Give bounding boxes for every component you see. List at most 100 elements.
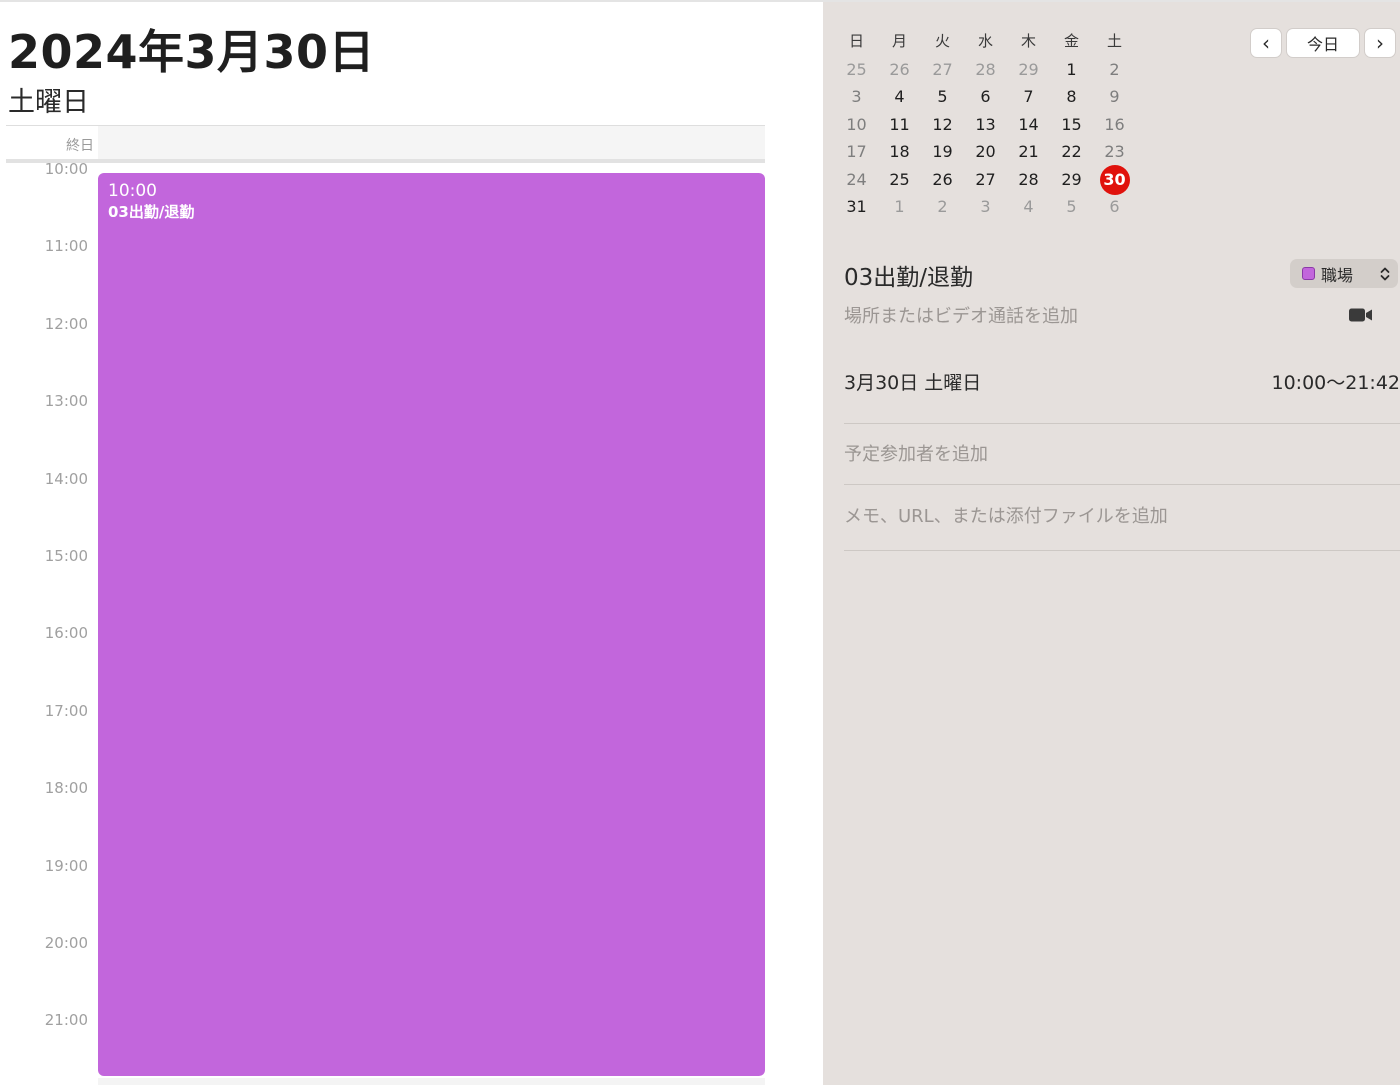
calendar-app: 2024年3月30日 土曜日 終日 10:00 11:00 12:00 13:00 14…	[0, 0, 1400, 1085]
divider	[844, 550, 1400, 551]
day-number: 22	[1061, 142, 1082, 162]
mini-calendar-day[interactable]: 14	[1007, 111, 1050, 138]
mini-calendar-day[interactable]: 9	[1093, 83, 1136, 110]
mini-calendar-day[interactable]: 29	[1050, 166, 1093, 193]
mini-calendar-day[interactable]: 27	[921, 56, 964, 83]
event-time-range[interactable]: 10:00～21:42	[1271, 368, 1400, 395]
mini-calendar-day[interactable]: 12	[921, 111, 964, 138]
mini-calendar-day[interactable]: 2	[1093, 56, 1136, 83]
all-day-label: 終日	[66, 138, 94, 154]
event-start-time: 10:00	[108, 181, 157, 201]
day-number: 5	[937, 87, 948, 107]
mini-calendar-day[interactable]: 31	[835, 193, 878, 220]
weekday-header: 日	[848, 32, 864, 51]
hour-label: 12:00	[44, 314, 88, 333]
day-number: 3	[851, 87, 862, 107]
prev-button[interactable]: ‹	[1250, 28, 1282, 58]
mini-calendar-day[interactable]: 24	[835, 166, 878, 193]
hour-label: 14:00	[44, 469, 88, 488]
mini-calendar-week: 3 4 5 6 7 8 9	[835, 83, 1155, 111]
mini-calendar-day[interactable]: 26	[921, 166, 964, 193]
day-number: 28	[975, 59, 996, 79]
next-button[interactable]: ›	[1364, 28, 1396, 58]
weekday-header: 火	[934, 32, 950, 51]
mini-calendar: 日月火水木金土 25 26 27 28 29 1 2 3 4 5 6 7 8 9 10 11 12 13 14 15 16…	[835, 28, 1155, 221]
event-title-field[interactable]: 03出勤/退勤	[844, 258, 973, 292]
mini-calendar-day[interactable]: 25	[878, 166, 921, 193]
mini-calendar-today[interactable]: 30	[1093, 164, 1136, 195]
day-number: 4	[1023, 197, 1034, 217]
day-number: 13	[975, 114, 996, 134]
day-number: 29	[1018, 59, 1039, 79]
mini-calendar-day[interactable]: 6	[1093, 193, 1136, 220]
day-number: 26	[932, 169, 953, 189]
hour-label: 16:00	[44, 624, 88, 643]
timeline-footer	[98, 1078, 765, 1085]
event-block[interactable]: 10:00 03出勤/退勤	[98, 173, 765, 1076]
day-number: 17	[846, 142, 867, 162]
mini-calendar-day[interactable]: 15	[1050, 111, 1093, 138]
mini-calendar-day[interactable]: 18	[878, 138, 921, 165]
mini-calendar-day[interactable]: 13	[964, 111, 1007, 138]
day-number: 24	[846, 169, 867, 189]
day-number: 20	[975, 142, 996, 162]
day-number: 25	[846, 59, 867, 79]
mini-calendar-day[interactable]: 3	[964, 193, 1007, 220]
day-number: 1	[1066, 59, 1077, 79]
weekday-header: 水	[977, 32, 993, 51]
day-number: 15	[1061, 114, 1082, 134]
mini-calendar-day[interactable]: 29	[1007, 56, 1050, 83]
mini-calendar-day[interactable]: 4	[1007, 193, 1050, 220]
hour-label: 11:00	[44, 237, 88, 256]
today-button[interactable]: 今日	[1286, 28, 1360, 58]
mini-calendar-day[interactable]: 17	[835, 138, 878, 165]
event-date[interactable]: 3月30日 土曜日	[844, 368, 981, 395]
mini-calendar-day[interactable]: 5	[1050, 193, 1093, 220]
mini-calendar-day[interactable]: 28	[964, 56, 1007, 83]
chevron-left-icon: ‹	[1262, 31, 1270, 55]
video-camera-icon[interactable]	[1348, 307, 1374, 323]
mini-calendar-day[interactable]: 1	[878, 193, 921, 220]
day-number: 16	[1104, 114, 1125, 134]
notes-field[interactable]: メモ、URL、または添付ファイルを追加	[844, 502, 1168, 528]
all-day-row: 終日	[6, 125, 765, 163]
mini-calendar-week: 10 11 12 13 14 15 16	[835, 111, 1155, 139]
mini-calendar-day[interactable]: 8	[1050, 83, 1093, 110]
mini-calendar-day[interactable]: 10	[835, 111, 878, 138]
mini-calendar-day[interactable]: 6	[964, 83, 1007, 110]
hour-label: 15:00	[44, 547, 88, 565]
mini-calendar-day[interactable]: 28	[1007, 166, 1050, 193]
hour-label: 13:00	[44, 392, 88, 411]
day-number: 25	[889, 169, 910, 189]
weekday-header: 土	[1106, 32, 1122, 51]
mini-calendar-day[interactable]: 5	[921, 83, 964, 110]
mini-calendar-day[interactable]: 25	[835, 56, 878, 83]
hour-label: 18:00	[44, 779, 88, 798]
hour-label: 20:00	[44, 934, 88, 952]
mini-calendar-day[interactable]: 23	[1093, 138, 1136, 165]
mini-calendar-day[interactable]: 27	[964, 166, 1007, 193]
mini-calendar-day[interactable]: 2	[921, 193, 964, 220]
location-field[interactable]: 場所またはビデオ通話を追加	[844, 302, 1078, 328]
mini-calendar-day[interactable]: 4	[878, 83, 921, 110]
mini-calendar-day[interactable]: 1	[1050, 56, 1093, 83]
day-number: 2	[937, 197, 948, 217]
page-title: 2024年3月30日	[8, 25, 376, 79]
inspector-pane: 日月火水木金土 25 26 27 28 29 1 2 3 4 5 6 7 8 9 10 11 12 13 14 15 16…	[823, 2, 1400, 1085]
mini-calendar-day[interactable]: 7	[1007, 83, 1050, 110]
mini-calendar-day[interactable]: 26	[878, 56, 921, 83]
day-number: 18	[889, 142, 910, 162]
mini-calendar-day[interactable]: 20	[964, 138, 1007, 165]
timeline[interactable]: 10:00 11:00 12:00 13:00 14:00 15:00 16:00 17:00…	[0, 162, 823, 1085]
mini-calendar-day[interactable]: 22	[1050, 138, 1093, 165]
all-day-cell[interactable]	[98, 126, 765, 159]
mini-calendar-day[interactable]: 11	[878, 111, 921, 138]
attendees-field[interactable]: 予定参加者を追加	[844, 440, 988, 466]
mini-calendar-day[interactable]: 16	[1093, 111, 1136, 138]
calendar-picker[interactable]: 職場	[1290, 259, 1398, 288]
mini-calendar-day[interactable]: 21	[1007, 138, 1050, 165]
mini-calendar-day[interactable]: 3	[835, 83, 878, 110]
day-number: 23	[1104, 142, 1125, 162]
mini-calendar-day[interactable]: 19	[921, 138, 964, 165]
day-number: 8	[1066, 87, 1077, 107]
